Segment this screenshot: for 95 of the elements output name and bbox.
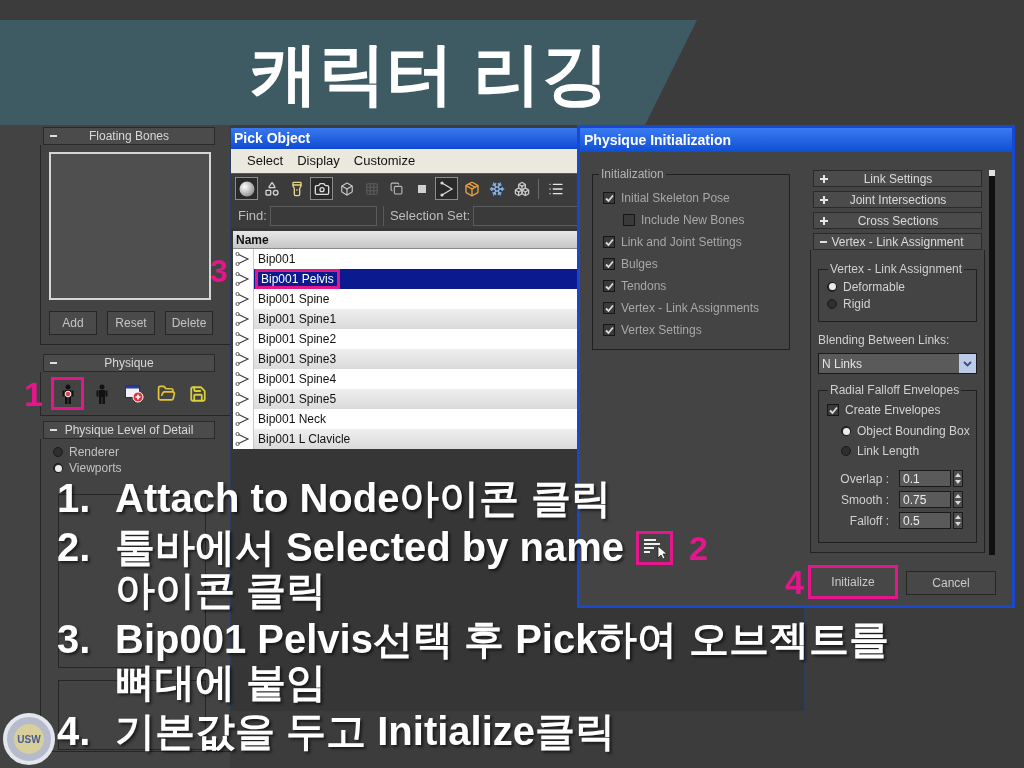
step-number: 2. xyxy=(57,526,92,571)
dropdown[interactable]: N Links xyxy=(818,353,977,374)
number-field[interactable]: 0.75 xyxy=(899,491,951,508)
field-label: Blending Between Links: xyxy=(818,332,951,349)
snowflake-icon xyxy=(488,180,505,197)
step-number: 3. xyxy=(57,618,92,663)
group-label: Vertex - Link Assignment xyxy=(829,261,964,278)
slide-title: 캐릭터 리깅 xyxy=(250,38,609,107)
selection-set-field[interactable] xyxy=(473,205,578,226)
field-label: Falloff : xyxy=(848,512,889,530)
checkbox-option[interactable]: Create Envelopes xyxy=(827,399,976,421)
group-label: Radial Falloff Envelopes xyxy=(829,382,961,399)
bone-icon xyxy=(235,272,251,286)
step-number: 1. xyxy=(57,477,92,520)
radio-option[interactable]: Object Bounding Box xyxy=(841,421,976,441)
spinner-arrows-icon xyxy=(953,512,963,529)
chevron-down-icon xyxy=(959,354,976,373)
callout-number: 2 xyxy=(689,530,708,565)
checkbox-option[interactable]: Tendons xyxy=(603,275,789,297)
bone-icon xyxy=(235,312,251,326)
checkbox-option[interactable]: Link and Joint Settings xyxy=(603,231,789,253)
dialog-button[interactable]: Cancel xyxy=(906,570,996,595)
spinner-arrows-icon xyxy=(953,491,963,508)
figure-target-icon xyxy=(60,383,75,404)
callout-number: 1 xyxy=(24,377,43,411)
list-box[interactable] xyxy=(49,152,211,300)
checkbox-option[interactable]: Initial Skeleton Pose xyxy=(603,187,789,209)
number-field[interactable]: 0.1 xyxy=(899,470,951,487)
radio-option[interactable]: Rigid xyxy=(827,295,976,312)
rollout-header[interactable]: Physique Level of Detail xyxy=(43,421,215,439)
bone-icon xyxy=(235,372,251,386)
menu-item[interactable]: Select xyxy=(241,151,290,171)
menu-item[interactable]: Customize xyxy=(347,151,422,171)
bone-icon xyxy=(235,432,251,446)
spinner-arrows-icon xyxy=(953,470,963,487)
toolbar-button[interactable] xyxy=(235,177,258,200)
field-label: Smooth : xyxy=(839,491,889,509)
rollout-header[interactable]: Joint Intersections xyxy=(813,191,982,208)
panel-button[interactable]: Add xyxy=(49,311,97,335)
cube-icon xyxy=(339,181,354,196)
checkbox-option[interactable]: Vertex - Link Assignments xyxy=(603,297,789,319)
field-label: Overlap : xyxy=(839,470,889,488)
radio-option[interactable]: Deformable xyxy=(827,278,976,295)
rollout-header[interactable]: Physique xyxy=(43,354,215,372)
shapes-icon xyxy=(263,180,280,197)
step-number: 4. xyxy=(57,710,92,753)
bone-icon xyxy=(235,392,251,406)
panel-button[interactable]: Delete xyxy=(165,311,213,335)
callout-number: 4 xyxy=(785,565,804,599)
checkbox-option[interactable]: Include New Bones xyxy=(603,209,789,231)
find-field[interactable] xyxy=(269,205,377,226)
save-icon xyxy=(189,384,207,403)
panel-button[interactable]: Reset xyxy=(107,311,155,335)
camera-icon xyxy=(313,180,330,197)
radio-option[interactable]: Viewports xyxy=(53,460,230,476)
window-title: Pick Object xyxy=(234,129,311,148)
step-text: 기본값을 두고 Initialize클릭 xyxy=(115,710,616,753)
sphere-icon xyxy=(238,180,255,197)
folder-open-icon xyxy=(156,384,176,403)
bone-icon xyxy=(235,412,251,426)
rollout-header[interactable]: Link Settings xyxy=(813,170,982,187)
scrollbar[interactable] xyxy=(989,170,995,555)
checkbox-option[interactable]: Vertex Settings xyxy=(603,319,789,341)
dialog-button[interactable]: Initialize xyxy=(808,565,898,599)
step-text: 아이콘 클릭 xyxy=(115,569,328,612)
bone-icon xyxy=(235,252,251,266)
group-label: Initialization xyxy=(600,166,665,183)
square-icon xyxy=(417,184,426,193)
column-header[interactable]: Name xyxy=(233,231,578,249)
rollout-header[interactable]: Floating Bones xyxy=(43,127,215,145)
rollout-header[interactable]: Cross Sections xyxy=(813,212,982,229)
logo-text: USW xyxy=(14,724,44,754)
package-icon xyxy=(463,180,480,197)
boxes-icon xyxy=(513,180,530,197)
rollout-header[interactable]: Vertex - Link Assignment xyxy=(813,233,982,250)
figure-icon xyxy=(95,383,109,404)
checkbox-option[interactable]: Bulges xyxy=(603,253,789,275)
bone-icon xyxy=(235,352,251,366)
radio-option[interactable]: Renderer xyxy=(53,444,230,460)
grid-icon xyxy=(364,181,379,196)
bone-icon xyxy=(235,332,251,346)
window-title: Physique Initialization xyxy=(584,130,732,150)
overlapping-squares-icon xyxy=(390,182,403,195)
toolbar-button[interactable] xyxy=(435,177,458,200)
menu-item[interactable]: Display xyxy=(291,151,346,171)
callout-number: 3 xyxy=(210,255,228,287)
toolbar-button[interactable] xyxy=(310,177,333,200)
bone-icon xyxy=(439,180,454,197)
number-field[interactable]: 0.5 xyxy=(899,512,951,529)
radio-option[interactable]: Link Length xyxy=(841,441,976,461)
field-label: Selection Set: xyxy=(389,206,471,225)
field-label: Find: xyxy=(238,206,267,225)
window-plus-icon xyxy=(124,384,144,403)
step-text: Bip001 Pelvis선택 후 Pick하여 오브젝트를 뼈대에 붙임 xyxy=(115,618,890,704)
bone-icon xyxy=(235,292,251,306)
